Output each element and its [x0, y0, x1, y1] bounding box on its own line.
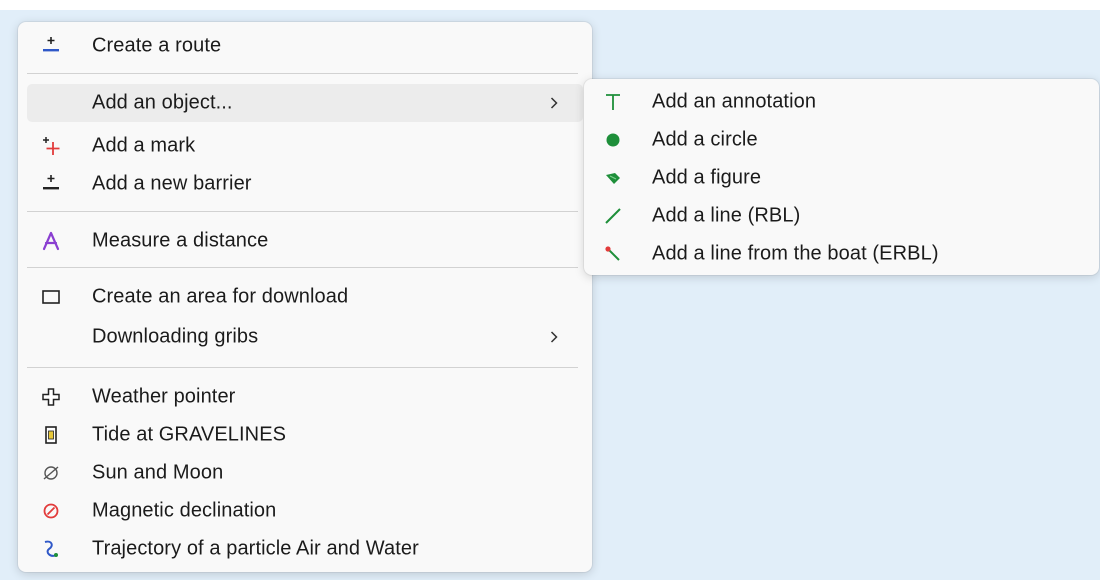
menu-item-label: Add a new barrier — [92, 172, 252, 195]
menu-item-label: Sun and Moon — [92, 461, 224, 484]
menu-item-label: Add an object... — [92, 91, 233, 114]
menu-item-create-route[interactable]: Create a route — [27, 27, 583, 65]
menu-item-weather-pointer[interactable]: Weather pointer — [27, 378, 583, 416]
menu-item-label: Add an annotation — [652, 90, 817, 113]
menu-item-magnetic-declination[interactable]: Magnetic declination — [27, 492, 583, 530]
menu-item-sun-moon[interactable]: Sun and Moon — [27, 454, 583, 492]
route-icon — [40, 35, 62, 57]
sun-moon-icon — [40, 462, 62, 484]
submenu-item-line-rbl[interactable]: Add a line (RBL) — [590, 197, 1093, 235]
submenu-item-figure[interactable]: Add a figure — [590, 159, 1093, 197]
menu-item-label: Add a line from the boat (ERBL) — [652, 242, 939, 265]
menu-item-label: Add a circle — [652, 128, 758, 151]
context-menu: Create a route Add an object... Add a ma… — [18, 22, 592, 572]
compass-icon — [40, 230, 62, 252]
menu-item-create-area[interactable]: Create an area for download — [27, 278, 583, 316]
trajectory-icon — [40, 538, 62, 560]
submenu-item-line-erbl[interactable]: Add a line from the boat (ERBL) — [590, 235, 1093, 273]
line-icon — [602, 205, 624, 227]
menu-item-tide[interactable]: Tide at GRAVELINES — [27, 416, 583, 454]
menu-item-label: Measure a distance — [92, 229, 269, 252]
circle-icon — [602, 129, 624, 151]
menu-item-label: Magnetic declination — [92, 499, 277, 522]
add-mark-icon — [40, 135, 62, 157]
annotation-icon — [602, 91, 624, 113]
chevron-right-icon — [547, 330, 561, 344]
menu-item-label: Weather pointer — [92, 385, 236, 408]
menu-separator — [27, 267, 578, 268]
chevron-right-icon — [547, 96, 561, 110]
tide-icon — [40, 424, 62, 446]
menu-separator — [27, 367, 578, 368]
menu-item-label: Create a route — [92, 34, 222, 57]
menu-item-label: Tide at GRAVELINES — [92, 423, 287, 446]
rectangle-icon — [40, 286, 62, 308]
menu-item-label: Add a line (RBL) — [652, 204, 801, 227]
menu-item-downloading-gribs[interactable]: Downloading gribs — [27, 318, 583, 356]
submenu-item-annotation[interactable]: Add an annotation — [590, 83, 1093, 121]
menu-item-measure-distance[interactable]: Measure a distance — [27, 222, 583, 260]
menu-item-label: Add a figure — [652, 166, 762, 189]
menu-item-trajectory[interactable]: Trajectory of a particle Air and Water — [27, 530, 583, 568]
menu-item-add-barrier[interactable]: Add a new barrier — [27, 165, 583, 203]
menu-item-label: Downloading gribs — [92, 325, 259, 348]
menu-item-label: Trajectory of a particle Air and Water — [92, 537, 419, 560]
submenu-add-object: Add an annotation Add a circle Add a fig… — [584, 79, 1099, 275]
menu-separator — [27, 211, 578, 212]
menu-item-add-object[interactable]: Add an object... — [27, 84, 583, 122]
menu-item-label: Add a mark — [92, 134, 196, 157]
menu-item-label: Create an area for download — [92, 285, 349, 308]
boat-line-icon — [602, 243, 624, 265]
weather-pointer-icon — [40, 386, 62, 408]
magnetic-icon — [40, 500, 62, 522]
submenu-item-circle[interactable]: Add a circle — [590, 121, 1093, 159]
menu-item-add-mark[interactable]: Add a mark — [27, 127, 583, 165]
figure-icon — [602, 167, 624, 189]
barrier-icon — [40, 173, 62, 195]
menu-separator — [27, 73, 578, 74]
